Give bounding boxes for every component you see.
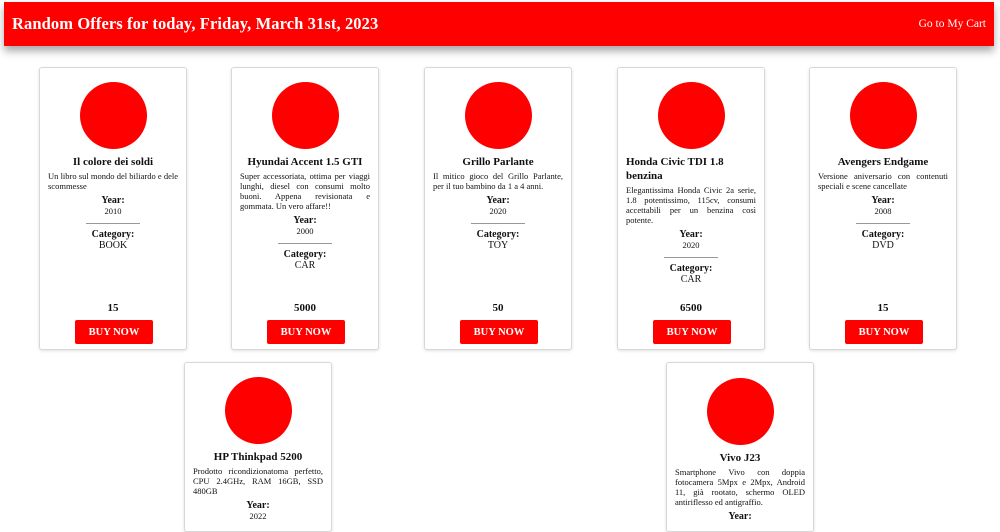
- product-category: TOY: [487, 240, 509, 251]
- product-name: Il colore dei soldi: [72, 156, 154, 168]
- year-label: Year:: [101, 195, 125, 206]
- product-description: Il mitico gioco del Grillo Parlante, per…: [433, 171, 563, 191]
- product-image: [79, 82, 147, 149]
- category-label: Category:: [91, 229, 135, 240]
- year-label: Year:: [293, 215, 317, 226]
- buy-now-button[interactable]: BUY NOW: [845, 320, 923, 344]
- product-name: Grillo Parlante: [462, 156, 534, 168]
- product-name: Vivo J23: [719, 452, 761, 464]
- product-category: CAR: [680, 274, 702, 285]
- category-label: Category:: [669, 263, 713, 274]
- product-description: Versione aniversario con contenuti speci…: [818, 171, 948, 191]
- product-card: Grillo Parlante Il mitico gioco del Gril…: [424, 67, 572, 350]
- top-header-bar: Random Offers for today, Friday, March 3…: [4, 2, 994, 46]
- product-card: HP Thinkpad 5200 Prodotto ricondizionato…: [184, 362, 332, 532]
- buy-now-button[interactable]: BUY NOW: [653, 320, 731, 344]
- product-card: Honda Civic TDI 1.8 benzina Elegantissim…: [617, 67, 765, 350]
- page-title: Random Offers for today, Friday, March 3…: [12, 14, 379, 33]
- product-card: Il colore dei soldi Un libro sul mondo d…: [39, 67, 187, 350]
- divider: [278, 243, 332, 244]
- year-label: Year:: [679, 229, 703, 240]
- divider: [471, 223, 525, 224]
- category-label: Category:: [283, 249, 327, 260]
- product-category: CAR: [294, 260, 316, 271]
- product-name: HP Thinkpad 5200: [213, 451, 303, 463]
- product-price: 50: [492, 302, 504, 314]
- product-card: Avengers Endgame Versione aniversario co…: [809, 67, 957, 350]
- product-year: 2022: [249, 511, 267, 521]
- product-year: 2020: [682, 240, 700, 250]
- product-category: BOOK: [98, 240, 128, 251]
- divider: [664, 257, 718, 258]
- product-name: Honda Civic TDI 1.8 benzina: [626, 156, 724, 182]
- product-name: Avengers Endgame: [837, 156, 929, 168]
- product-price: 15: [107, 302, 119, 314]
- product-price: 15: [877, 302, 889, 314]
- divider: [86, 223, 140, 224]
- product-year: 2000: [296, 226, 314, 236]
- product-year: 2020: [489, 206, 507, 216]
- buy-now-button[interactable]: BUY NOW: [460, 320, 538, 344]
- buy-now-button[interactable]: BUY NOW: [267, 320, 345, 344]
- product-name: Hyundai Accent 1.5 GTI: [247, 156, 363, 168]
- go-to-cart-link[interactable]: Go to My Cart: [919, 18, 986, 30]
- product-image: [271, 82, 339, 149]
- category-label: Category:: [476, 229, 520, 240]
- product-description: Super accessoriata, ottima per viaggi lu…: [240, 171, 370, 211]
- product-description: Prodotto ricondizionatoma perfetto, CPU …: [193, 466, 323, 496]
- product-description: Un libro sul mondo del biliardo e dele s…: [48, 171, 178, 191]
- buy-now-button[interactable]: BUY NOW: [75, 320, 153, 344]
- product-image: [657, 82, 725, 149]
- year-label: Year:: [246, 500, 270, 511]
- divider: [856, 223, 910, 224]
- product-image: [706, 378, 774, 445]
- product-description: Elegantissima Honda Civic 2a serie, 1.8 …: [626, 185, 756, 225]
- product-image: [464, 82, 532, 149]
- year-label: Year:: [486, 195, 510, 206]
- product-year: 2008: [874, 206, 892, 216]
- product-card: Hyundai Accent 1.5 GTI Super accessoriat…: [231, 67, 379, 350]
- product-card: Vivo J23 Smartphone Vivo con doppia foto…: [666, 362, 814, 532]
- product-image: [224, 377, 292, 444]
- category-label: Category:: [861, 229, 905, 240]
- product-description: Smartphone Vivo con doppia fotocamera 5M…: [675, 467, 805, 507]
- product-image: [849, 82, 917, 149]
- product-price: 6500: [680, 302, 702, 314]
- year-label: Year:: [728, 511, 752, 522]
- product-year: 2010: [104, 206, 122, 216]
- product-price: 5000: [294, 302, 316, 314]
- year-label: Year:: [871, 195, 895, 206]
- product-category: DVD: [872, 240, 894, 251]
